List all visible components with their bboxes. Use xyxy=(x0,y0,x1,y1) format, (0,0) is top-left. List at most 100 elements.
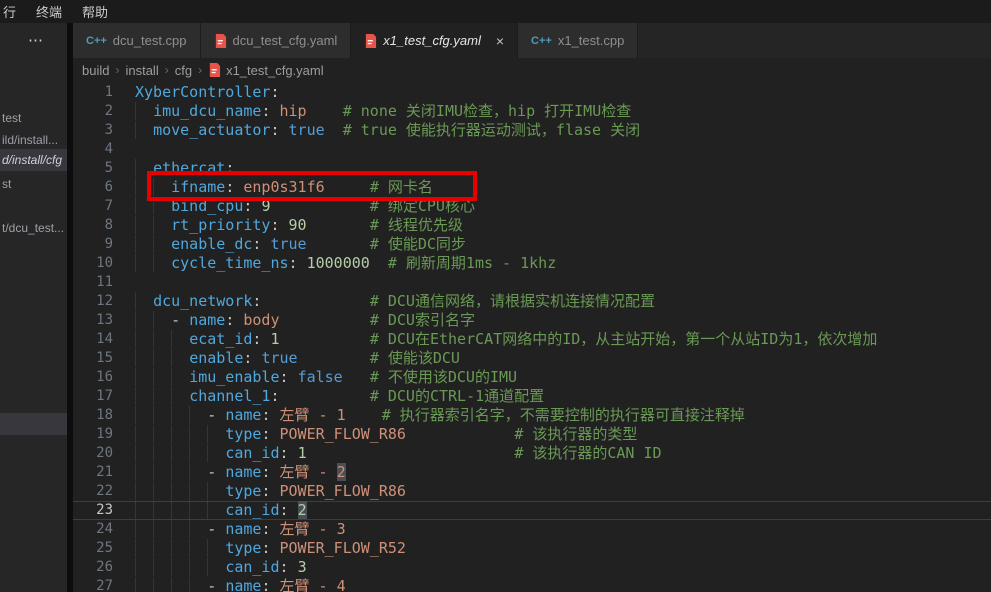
breadcrumb-item-build[interactable]: build xyxy=(82,63,109,78)
code-token xyxy=(261,292,369,310)
more-actions-icon[interactable]: ⋯ xyxy=(28,31,44,49)
code-line[interactable]: 18 - name: 左臂 - 1 # 执行器索引名字，不需要控制的执行器可直接… xyxy=(73,406,991,425)
code-token xyxy=(270,577,279,592)
code-line[interactable]: 7 bind_cpu: 9 # 绑定CPU核心 xyxy=(73,197,991,216)
code-token: rt_priority xyxy=(171,216,270,234)
code-line[interactable]: 16 imu_enable: false # 不使用该DCU的IMU xyxy=(73,368,991,387)
close-icon[interactable]: × xyxy=(496,33,504,49)
code-line[interactable]: 21 - name: 左臂 - 2 xyxy=(73,463,991,482)
indent-guides xyxy=(135,387,189,405)
menu-item-0[interactable]: 行 xyxy=(0,2,26,21)
indent-guides xyxy=(135,197,171,215)
tab-x1_test_cfg.yaml[interactable]: x1_test_cfg.yaml× xyxy=(351,23,518,58)
code-line[interactable]: 3 move_actuator: true # true 使能执行器运动测试，f… xyxy=(73,121,991,140)
code-line-text: bind_cpu: 9 # 绑定CPU核心 xyxy=(135,197,475,216)
code-token xyxy=(289,368,298,386)
code-token: name xyxy=(225,463,261,481)
code-line[interactable]: 23 can_id: 2 xyxy=(73,501,991,520)
code-line[interactable]: 24 - name: 左臂 - 3 xyxy=(73,520,991,539)
indent-guides xyxy=(135,425,225,443)
line-number: 23 xyxy=(73,501,113,520)
code-line-text: ecat_id: 1 # DCU在EtherCAT网络中的ID，从主站开始，第一… xyxy=(135,330,877,349)
code-token xyxy=(289,558,298,576)
code-line[interactable]: 27 - name: 左臂 - 4 xyxy=(73,577,991,592)
line-number: 8 xyxy=(73,216,113,235)
line-number: 9 xyxy=(73,235,113,254)
code-token xyxy=(289,501,298,519)
code-token: # 使能该DCU xyxy=(370,349,460,367)
code-line[interactable]: 12 dcu_network: # DCU通信网络，请根据实机连接情况配置 xyxy=(73,292,991,311)
code-line[interactable]: 19 type: POWER_FLOW_R86 # 该执行器的类型 xyxy=(73,425,991,444)
code-line[interactable]: 25 type: POWER_FLOW_R52 xyxy=(73,539,991,558)
code-token: enable xyxy=(189,349,243,367)
line-number: 14 xyxy=(73,330,113,349)
code-token: POWER_FLOW_R52 xyxy=(280,539,406,557)
code-line[interactable]: 22 type: POWER_FLOW_R86 xyxy=(73,482,991,501)
code-line[interactable]: 10 cycle_time_ns: 1000000 # 刷新周期1ms - 1k… xyxy=(73,254,991,273)
code-line-text: dcu_network: # DCU通信网络，请根据实机连接情况配置 xyxy=(135,292,655,311)
yaml-file-icon xyxy=(364,34,377,48)
code-token xyxy=(270,406,279,424)
code-token: - xyxy=(171,311,189,329)
code-line[interactable]: 20 can_id: 1 # 该执行器的CAN ID xyxy=(73,444,991,463)
tab-dcu_test_cfg.yaml[interactable]: dcu_test_cfg.yaml xyxy=(201,23,352,58)
indent-guides xyxy=(135,482,225,500)
code-line[interactable]: 14 ecat_id: 1 # DCU在EtherCAT网络中的ID，从主站开始… xyxy=(73,330,991,349)
code-token: : xyxy=(289,254,298,272)
breadcrumb-file-label: x1_test_cfg.yaml xyxy=(226,63,324,78)
breadcrumb-file[interactable]: x1_test_cfg.yaml xyxy=(208,63,324,78)
indent-guides xyxy=(135,463,207,481)
code-line-text: - name: body # DCU索引名字 xyxy=(135,311,475,330)
code-line[interactable]: 2 imu_dcu_name: hip # none 关闭IMU检查，hip 打… xyxy=(73,102,991,121)
code-line[interactable]: 11 xyxy=(73,273,991,292)
breadcrumb-item-cfg[interactable]: cfg xyxy=(175,63,192,78)
code-line[interactable]: 9 enable_dc: true # 使能DC同步 xyxy=(73,235,991,254)
code-token: name xyxy=(225,406,261,424)
sidebar-item[interactable]: test xyxy=(0,107,67,129)
line-number: 24 xyxy=(73,520,113,539)
tab-dcu_test.cpp[interactable]: C++dcu_test.cpp xyxy=(73,23,201,58)
indent-guides xyxy=(135,520,207,538)
code-line[interactable]: 6 ifname: enp0s31f6 # 网卡名 xyxy=(73,178,991,197)
breadcrumb-item-install[interactable]: install xyxy=(125,63,158,78)
sidebar-item[interactable]: st xyxy=(0,173,67,195)
code-token xyxy=(325,178,370,196)
code-line-text: - name: 左臂 - 1 # 执行器索引名字，不需要控制的执行器可直接注释掉 xyxy=(135,406,745,425)
menu-item-1[interactable]: 终端 xyxy=(26,2,72,21)
code-token: bind_cpu xyxy=(171,197,243,215)
code-line[interactable]: 17 channel_1: # DCU的CTRL-1通道配置 xyxy=(73,387,991,406)
code-token: 左臂 - 4 xyxy=(280,577,346,592)
tab-x1_test.cpp[interactable]: C++x1_test.cpp xyxy=(518,23,638,58)
code-line[interactable]: 15 enable: true # 使能该DCU xyxy=(73,349,991,368)
code-token: : xyxy=(280,368,289,386)
sidebar-item[interactable]: d/install/cfg xyxy=(0,149,67,171)
line-number: 20 xyxy=(73,444,113,463)
code-token: enable_dc xyxy=(171,235,252,253)
code-line[interactable]: 5 ethercat: xyxy=(73,159,991,178)
cpp-file-icon: C++ xyxy=(531,35,552,47)
code-line-text: can_id: 3 xyxy=(135,558,307,577)
code-token: enp0s31f6 xyxy=(243,178,324,196)
line-number: 2 xyxy=(73,102,113,121)
code-token: : xyxy=(280,444,289,462)
code-token: cycle_time_ns xyxy=(171,254,288,272)
code-token: - xyxy=(207,406,225,424)
sidebar-item[interactable]: ild/install... xyxy=(0,129,67,151)
menu-item-2[interactable]: 帮助 xyxy=(72,2,118,21)
code-editor[interactable]: 1XyberController:2 imu_dcu_name: hip # n… xyxy=(73,82,991,592)
code-line[interactable]: 4 xyxy=(73,140,991,159)
code-token xyxy=(307,235,370,253)
sidebar-item[interactable] xyxy=(0,413,67,435)
code-token xyxy=(270,197,369,215)
code-line[interactable]: 1XyberController: xyxy=(73,83,991,102)
sidebar-item[interactable]: t/dcu_test... xyxy=(0,217,67,239)
code-token xyxy=(270,539,279,557)
code-token xyxy=(298,254,307,272)
code-token: # DCU在EtherCAT网络中的ID，从主站开始，第一个从站ID为1，依次增… xyxy=(370,330,878,348)
code-line[interactable]: 13 - name: body # DCU索引名字 xyxy=(73,311,991,330)
line-number: 11 xyxy=(73,273,113,292)
indent-guides xyxy=(135,292,153,310)
line-number: 3 xyxy=(73,121,113,140)
code-line[interactable]: 8 rt_priority: 90 # 线程优先级 xyxy=(73,216,991,235)
code-line[interactable]: 26 can_id: 3 xyxy=(73,558,991,577)
